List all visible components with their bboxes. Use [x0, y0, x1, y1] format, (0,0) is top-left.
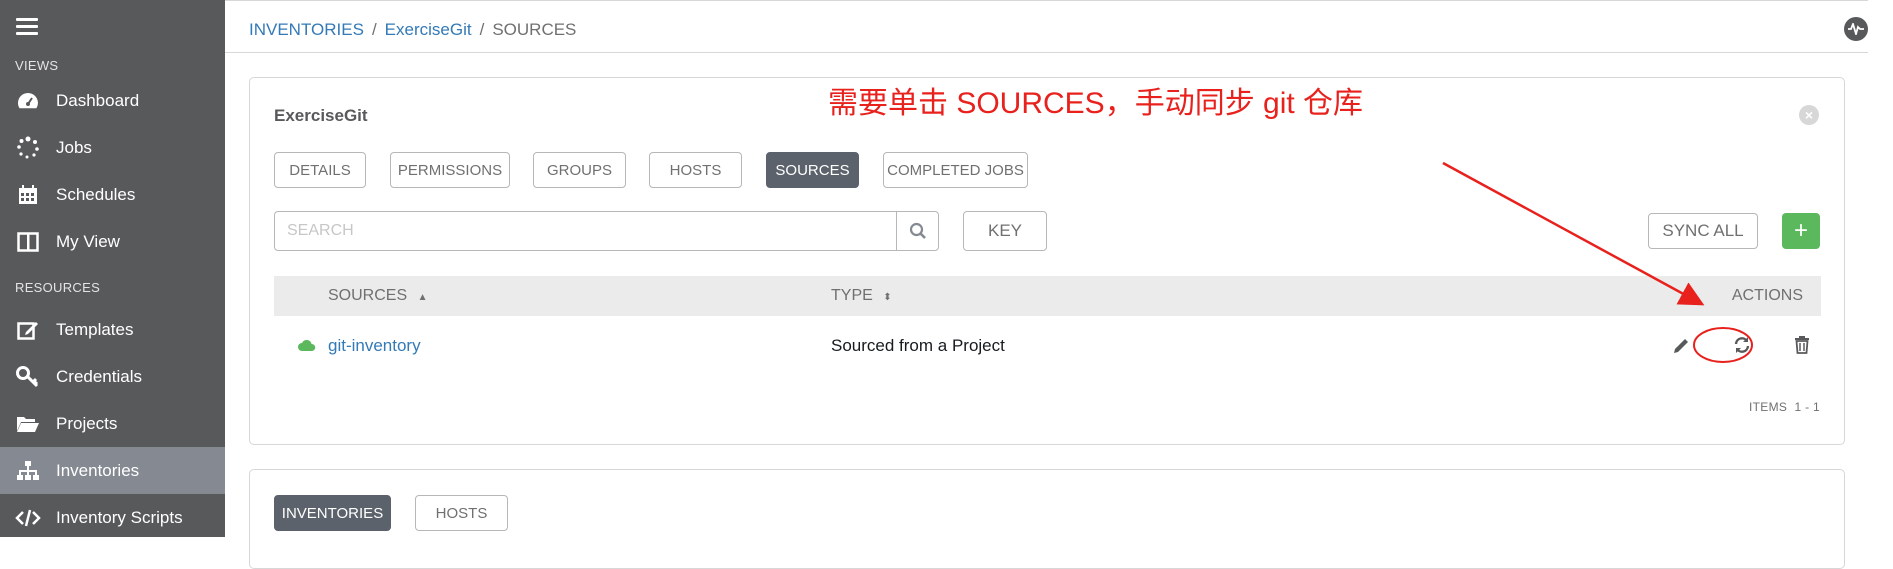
sidebar: VIEWS Dashboard Jobs Schedules My View R…	[0, 0, 225, 537]
nav-label: Inventory Scripts	[56, 507, 183, 527]
column-label: TYPE	[831, 287, 873, 304]
tab-sources[interactable]: SOURCES	[766, 152, 859, 188]
sync-refresh-icon[interactable]	[1733, 336, 1751, 359]
resources-section-label: RESOURCES	[15, 280, 101, 295]
tab-inventories[interactable]: INVENTORIES	[274, 495, 391, 531]
tab-permissions[interactable]: PERMISSIONS	[390, 152, 510, 188]
nav-label: Inventories	[56, 460, 140, 480]
cloud-icon	[298, 337, 316, 357]
breadcrumb-separator: /	[371, 20, 377, 39]
nav-label: Dashboard	[56, 90, 140, 110]
nav-label: My View	[56, 231, 120, 251]
nav-label: Templates	[56, 319, 134, 339]
folder-icon	[15, 411, 41, 437]
nav-item-schedules[interactable]: Schedules	[0, 171, 225, 218]
jobs-spinner-icon	[15, 135, 41, 161]
panel-title: ExerciseGit	[274, 106, 368, 125]
key-icon	[15, 364, 41, 390]
tab-completed-jobs[interactable]: COMPLETED JOBS	[883, 152, 1028, 188]
items-label: ITEMS	[1749, 400, 1788, 414]
tab-hosts[interactable]: HOSTS	[649, 152, 742, 188]
nav-label: Projects	[56, 413, 118, 433]
nav-item-dashboard[interactable]: Dashboard	[0, 77, 225, 124]
breadcrumb-separator: /	[479, 20, 485, 39]
search-icon[interactable]	[896, 212, 938, 250]
edit-icon[interactable]	[1673, 336, 1691, 359]
nav-item-inventories[interactable]: Inventories	[0, 447, 225, 494]
column-header-actions: ACTIONS	[1731, 287, 1803, 304]
table-header: SOURCES ▲ TYPE ⬍ ACTIONS	[274, 276, 1821, 316]
hamburger-menu-icon[interactable]	[16, 18, 38, 36]
close-icon[interactable]: ×	[1799, 105, 1819, 125]
code-icon	[15, 505, 41, 531]
nav-label: Jobs	[56, 137, 92, 157]
nav-item-my-view[interactable]: My View	[0, 218, 225, 265]
nav-label: Schedules	[56, 184, 136, 204]
edit-icon	[15, 317, 41, 343]
inventories-list-panel: INVENTORIES HOSTS	[249, 469, 1845, 569]
nav-label: Credentials	[56, 366, 142, 386]
views-section-label: VIEWS	[15, 58, 59, 73]
column-header-type[interactable]: TYPE ⬍	[831, 287, 892, 305]
nav-item-inventory-scripts[interactable]: Inventory Scripts	[0, 494, 225, 541]
breadcrumb-exercisegit[interactable]: ExerciseGit	[385, 20, 472, 39]
sitemap-icon	[15, 458, 41, 484]
sync-all-button[interactable]: SYNC ALL	[1648, 213, 1758, 249]
activity-stream-icon[interactable]	[1844, 17, 1868, 41]
breadcrumb-current: SOURCES	[492, 20, 577, 39]
column-label: SOURCES	[328, 287, 408, 304]
breadcrumb: INVENTORIES / ExerciseGit / SOURCES	[249, 20, 576, 40]
breadcrumb-inventories[interactable]: INVENTORIES	[249, 20, 364, 39]
annotation-text: 需要单击 SOURCES，手动同步 git 仓库	[828, 87, 1364, 120]
calendar-icon	[15, 182, 41, 208]
search-input[interactable]: SEARCH	[275, 212, 896, 250]
sort-asc-icon: ▲	[417, 292, 428, 303]
source-name-link[interactable]: git-inventory	[328, 336, 421, 356]
search-box: SEARCH	[274, 211, 939, 251]
tab-hosts[interactable]: HOSTS	[415, 495, 508, 531]
columns-icon	[15, 229, 41, 255]
nav-item-jobs[interactable]: Jobs	[0, 124, 225, 171]
items-range: 1 - 1	[1794, 400, 1820, 414]
nav-item-projects[interactable]: Projects	[0, 400, 225, 447]
dashboard-icon	[15, 88, 41, 114]
nav-item-credentials[interactable]: Credentials	[0, 353, 225, 400]
trash-icon[interactable]	[1794, 336, 1810, 359]
source-type: Sourced from a Project	[831, 336, 1005, 355]
items-count: ITEMS 1 - 1	[1749, 400, 1820, 414]
top-bar: INVENTORIES / ExerciseGit / SOURCES	[225, 0, 1868, 53]
tab-details[interactable]: DETAILS	[274, 152, 366, 188]
table-row: git-inventory Sourced from a Project	[274, 326, 1821, 366]
tab-groups[interactable]: GROUPS	[533, 152, 626, 188]
sort-icon: ⬍	[883, 292, 892, 303]
nav-item-templates[interactable]: Templates	[0, 306, 225, 353]
inventory-sources-panel: ExerciseGit × DETAILS PERMISSIONS GROUPS…	[249, 77, 1845, 445]
column-header-sources[interactable]: SOURCES ▲	[328, 287, 427, 305]
key-button[interactable]: KEY	[963, 211, 1047, 251]
add-button[interactable]: +	[1782, 213, 1820, 249]
